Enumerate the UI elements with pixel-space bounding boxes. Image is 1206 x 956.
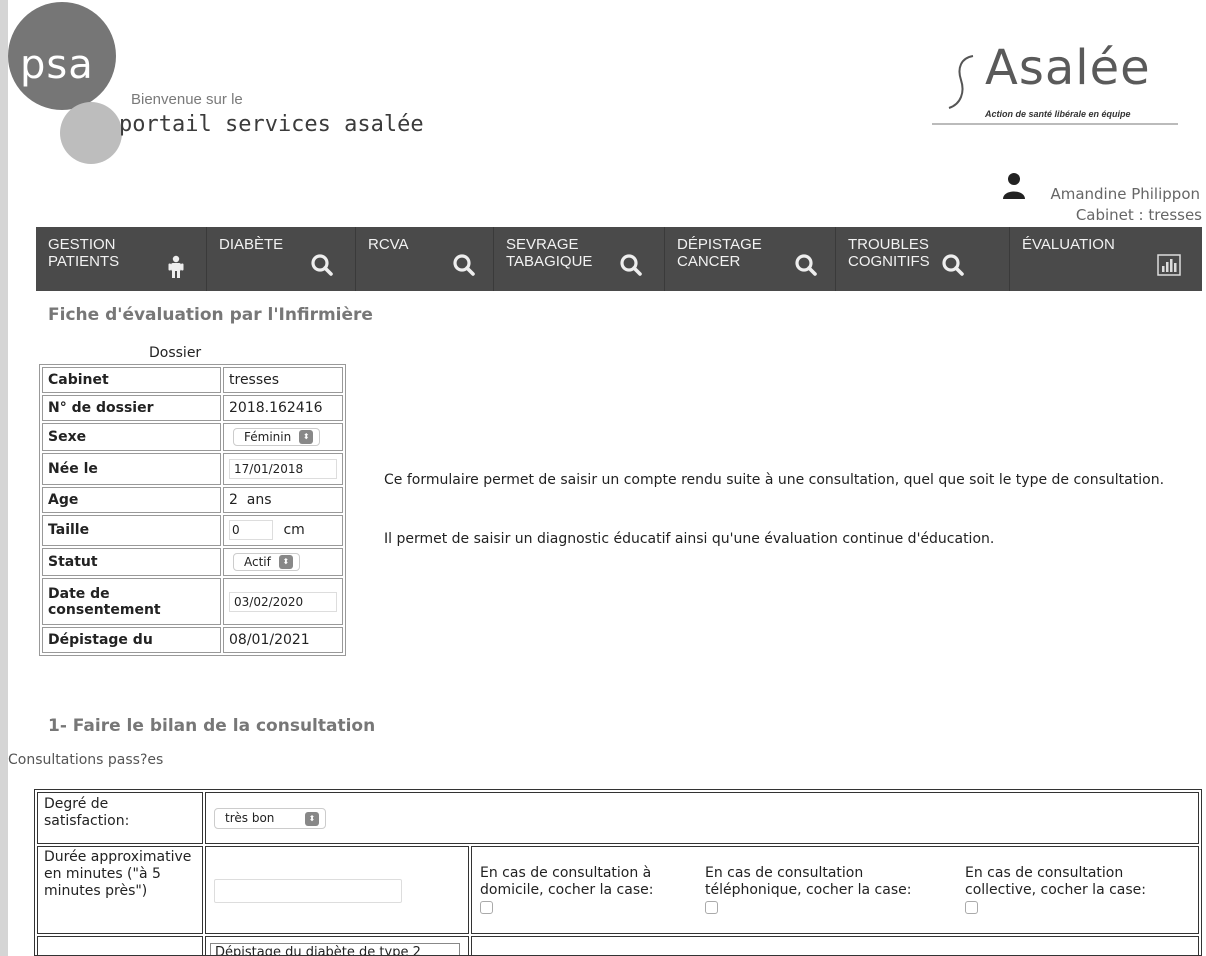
user-name: Amandine Philippon [1050,185,1200,203]
person-icon [168,255,184,278]
asalee-logo-curve-icon [948,55,974,109]
collective-checkbox[interactable] [965,901,978,914]
intro-text-1: Ce formulaire permet de saisir un compte… [384,472,1165,488]
satisfaction-label: Degré de satisfaction: [37,792,203,844]
age-value: 2 ans [223,486,343,513]
consultations-passees-label: Consultations pass?es [8,752,164,768]
taille-unit: cm [283,522,305,539]
nav-label: DIABÈTE [219,236,284,253]
nav-evaluation[interactable]: ÉVALUATION [1010,227,1202,291]
nav-gestion-patients[interactable]: GESTION PATIENTS [36,227,206,291]
left-edge-strip [0,0,8,956]
duration-input[interactable] [214,879,402,903]
nav-label: GESTION PATIENTS [48,236,120,270]
taille-label: Taille [42,514,221,546]
satisfaction-select-value: très bon [225,811,275,825]
search-icon [620,254,642,276]
age-label: Age [42,486,221,513]
nav-troubles-cognitifs[interactable]: TROUBLES COGNITIFS [836,227,1009,291]
table-row: Statut Actif ⬍ [42,547,343,577]
user-cabinet: Cabinet : tresses [1075,206,1202,224]
nav-label: ÉVALUATION [1022,236,1115,253]
psa-logo-text: psa [20,42,94,88]
search-icon [311,254,333,276]
date-consentement-label: Date de consentement [42,578,221,625]
table-row: Née le 17/01/2018 [42,453,343,485]
select-arrows-icon: ⬍ [299,430,314,445]
domicile-checkbox[interactable] [480,901,493,914]
nav-rcva[interactable]: RCVA [356,227,493,291]
statut-select-value: Actif [244,554,271,569]
statut-label: Statut [42,547,221,577]
intro-text-2: Il permet de saisir un diagnostic éducat… [384,531,995,547]
nee-le-label: Née le [42,453,221,485]
table-row: Dépistage du 08/01/2021 [42,626,343,653]
dossier-caption: Dossier [149,345,202,361]
depistage-du-value: 08/01/2021 [223,626,343,653]
nav-sevrage-tabagique[interactable]: SEVRAGE TABAGIQUE [494,227,664,291]
page-title: Fiche d'évaluation par l'Infirmière [48,305,373,325]
domicile-label: En cas de consultation à domicile, coche… [480,865,654,898]
collective-label: En cas de consultation collective, coche… [965,865,1147,898]
sexe-select-value: Féminin [244,430,292,445]
consultation-bilan-table: Degré de satisfaction: très bon ⬍ Durée … [34,789,1202,956]
select-arrows-icon: ⬍ [278,554,293,569]
telephonique-label: En cas de consultation téléphonique, coc… [705,865,912,898]
telephonique-checkbox[interactable] [705,901,718,914]
search-icon [795,254,817,276]
table-row: Cabinet tresses [42,367,343,393]
table-row: N° de dossier 2018.162416 [42,394,343,421]
section-1-title: 1- Faire le bilan de la consultation [48,716,376,736]
depistage-du-label: Dépistage du [42,626,221,653]
statut-select[interactable]: Actif ⬍ [233,552,300,571]
nav-label: RCVA [368,236,409,253]
birthdate-input[interactable]: 17/01/2018 [229,459,337,480]
sexe-select[interactable]: Féminin ⬍ [233,428,321,447]
search-icon [942,254,964,276]
asalee-logo: Asalée [985,40,1151,96]
psa-logo-light-circle [60,102,122,164]
nav-label: TROUBLES COGNITIFS [848,236,930,270]
table-row: Date de consentement 03/02/2020 [42,578,343,625]
dossier-table: Cabinet tresses N° de dossier 2018.16241… [39,364,346,656]
asalee-tagline: Action de santé libérale en équipe [985,109,1131,119]
main-nav: GESTION PATIENTS DIABÈTE RCVA SEVRAGE TA… [36,227,1202,291]
cabinet-value: tresses [223,367,343,393]
taille-input[interactable]: 0 [229,520,273,541]
nav-depistage-cancer[interactable]: DÉPISTAGE CANCER [665,227,835,291]
table-row: Age 2 ans [42,486,343,513]
cabinet-label: Cabinet [42,367,221,393]
nav-diabete[interactable]: DIABÈTE [207,227,355,291]
user-icon [1003,173,1025,199]
portal-name: portail services asalée [119,112,424,137]
asalee-underline [932,123,1178,125]
select-arrows-icon: ⬍ [305,811,319,826]
bar-chart-icon [1157,254,1181,276]
search-icon [453,254,475,276]
consent-date-input[interactable]: 03/02/2020 [229,591,337,612]
table-row: Taille 0 cm [42,514,343,546]
next-row-select[interactable]: Dépistage du diabète de type 2 [210,943,460,955]
duration-label: Durée approximative en minutes ("à 5 min… [37,846,203,934]
nav-label: DÉPISTAGE CANCER [677,236,762,270]
table-row: Sexe Féminin ⬍ [42,422,343,452]
satisfaction-select[interactable]: très bon ⬍ [214,808,326,829]
welcome-text: Bienvenue sur le [131,91,243,108]
sexe-label: Sexe [42,422,221,452]
nav-label: SEVRAGE TABAGIQUE [506,236,593,270]
dossier-number-value: 2018.162416 [223,394,343,421]
dossier-number-label: N° de dossier [42,394,221,421]
